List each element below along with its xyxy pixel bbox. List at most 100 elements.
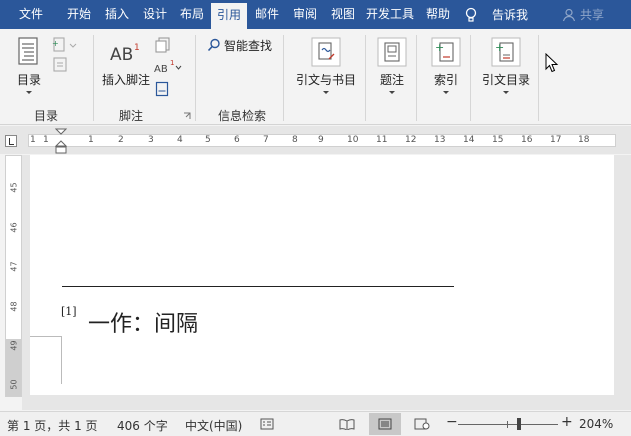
index-button[interactable]: 索引 <box>431 71 461 88</box>
ruler-number: 47 <box>9 261 19 272</box>
mouse-cursor-icon <box>545 53 559 73</box>
toc-group-label: 目录 <box>33 109 58 123</box>
footnotes-group-label: 脚注 <box>118 109 143 123</box>
citations-dropdown-caret[interactable] <box>323 91 329 94</box>
citations-icon[interactable] <box>311 37 341 67</box>
separator <box>365 35 366 121</box>
vertical-ruler[interactable]: 45 46 47 48 49 50 <box>5 155 22 397</box>
captions-icon[interactable] <box>377 37 407 67</box>
ruler-number: 9 <box>318 135 324 145</box>
tab-developer[interactable]: 开发工具 <box>362 0 418 29</box>
ruler-number: 1 <box>43 135 49 145</box>
toc-dropdown-caret[interactable] <box>26 91 32 94</box>
separator <box>195 35 196 121</box>
tab-design[interactable]: 设计 <box>137 0 173 29</box>
ruler-number: 16 <box>521 135 533 145</box>
word-count[interactable]: 406 个字 <box>117 417 168 434</box>
svg-text:AB: AB <box>154 64 168 75</box>
smart-lookup-button[interactable]: 智能查找 <box>224 37 272 54</box>
tab-insert[interactable]: 插入 <box>99 0 135 29</box>
tab-home[interactable]: 开始 <box>61 0 97 29</box>
ruler-number: 1 <box>88 135 94 145</box>
ruler-number: 17 <box>550 135 562 145</box>
ribbon-references: 目录 + 目录 AB 1 插入脚注 AB 1 脚注 智能查找 信息检索 引文与书目… <box>0 29 631 125</box>
ruler-number: 18 <box>578 135 590 145</box>
document-page[interactable] <box>30 155 614 395</box>
tab-selector[interactable] <box>5 135 17 147</box>
tab-help[interactable]: 帮助 <box>420 0 456 29</box>
index-icon[interactable]: + <box>431 37 461 67</box>
share-label: 共享 <box>580 8 605 22</box>
separator <box>283 35 284 121</box>
zoom-slider-thumb[interactable] <box>517 418 521 430</box>
toa-dropdown-caret[interactable] <box>503 91 509 94</box>
zoom-out-button[interactable]: − <box>446 414 458 430</box>
insert-endnote-icon[interactable] <box>155 37 173 53</box>
tab-review[interactable]: 审阅 <box>287 0 323 29</box>
footnote-reference-mark: [1] <box>61 305 77 318</box>
status-bar: 第 1 页，共 1 页 406 个字 中文(中国) − + 204% <box>0 411 631 436</box>
language[interactable]: 中文(中国) <box>185 417 242 434</box>
update-table-icon[interactable] <box>52 57 70 73</box>
zoom-slider[interactable] <box>458 424 558 425</box>
footnote-separator <box>62 286 454 287</box>
dialog-launcher-icon[interactable] <box>183 112 191 120</box>
separator <box>538 35 539 121</box>
next-footnote-icon[interactable]: AB1 <box>154 59 184 75</box>
index-dropdown-caret[interactable] <box>443 91 449 94</box>
tab-mailings[interactable]: 邮件 <box>249 0 285 29</box>
separator <box>416 35 417 121</box>
web-layout-icon[interactable] <box>414 418 430 430</box>
ribbon-tab-bar: 文件 开始 插入 设计 布局 引用 邮件 审阅 视图 开发工具 帮助 告诉我 共… <box>0 0 631 29</box>
ruler-number: 4 <box>177 135 183 145</box>
lightbulb-icon <box>465 7 477 22</box>
accessibility-icon[interactable] <box>260 418 274 430</box>
tell-me-search[interactable]: 告诉我 <box>464 0 528 29</box>
smart-lookup-icon[interactable] <box>207 38 221 52</box>
ruler-number: 5 <box>205 135 211 145</box>
captions-dropdown-caret[interactable] <box>389 91 395 94</box>
ruler-number: 49 <box>9 340 19 351</box>
ruler-number: 2 <box>118 135 124 145</box>
tab-references[interactable]: 引用 <box>211 3 247 29</box>
insert-footnote-icon[interactable]: AB 1 <box>108 41 142 65</box>
horizontal-ruler[interactable]: 1 1 1 2 3 4 5 6 7 8 9 10 11 12 13 14 15 … <box>0 126 631 154</box>
svg-text:1: 1 <box>134 43 140 53</box>
ruler-number: 12 <box>405 135 417 145</box>
tab-file[interactable]: 文件 <box>10 0 52 29</box>
svg-text:1: 1 <box>170 59 174 67</box>
toc-button[interactable]: 目录 <box>14 71 44 88</box>
insert-footnote-button[interactable]: 插入脚注 <box>100 71 152 88</box>
svg-text:+: + <box>52 39 59 48</box>
research-group-label: 信息检索 <box>217 109 266 123</box>
print-layout-icon <box>378 418 392 430</box>
citations-button[interactable]: 引文与书目 <box>295 71 357 88</box>
table-of-authorities-button[interactable]: 引文目录 <box>478 71 534 88</box>
captions-button[interactable]: 题注 <box>377 71 407 88</box>
read-mode-icon[interactable] <box>339 418 355 430</box>
ruler-number: 48 <box>9 301 19 312</box>
tab-view[interactable]: 视图 <box>325 0 361 29</box>
add-text-icon[interactable]: + <box>52 37 78 53</box>
zoom-level[interactable]: 204% <box>579 417 613 431</box>
table-of-authorities-icon[interactable]: + <box>491 37 521 67</box>
ruler-number: 14 <box>463 135 475 145</box>
ruler-number: 13 <box>434 135 446 145</box>
tab-layout[interactable]: 布局 <box>174 0 210 29</box>
ruler-number: 10 <box>347 135 359 145</box>
ruler-number: 3 <box>148 135 154 145</box>
footnote-text[interactable]: 一作：间隔 <box>88 306 198 338</box>
zoom-in-button[interactable]: + <box>561 414 573 430</box>
ruler-number: 8 <box>292 135 298 145</box>
table-of-contents-icon[interactable] <box>17 37 43 67</box>
ruler-number: 45 <box>9 182 19 193</box>
share-button[interactable]: 共享 <box>562 0 604 29</box>
ruler-number: 11 <box>376 135 388 145</box>
page-count[interactable]: 第 1 页，共 1 页 <box>7 417 98 434</box>
svg-text:AB: AB <box>110 45 133 65</box>
indent-marker-icon[interactable] <box>55 128 67 154</box>
show-notes-icon[interactable] <box>155 81 169 97</box>
ruler-number: 50 <box>9 379 19 390</box>
print-layout-button[interactable] <box>369 413 401 435</box>
person-icon <box>562 8 576 21</box>
